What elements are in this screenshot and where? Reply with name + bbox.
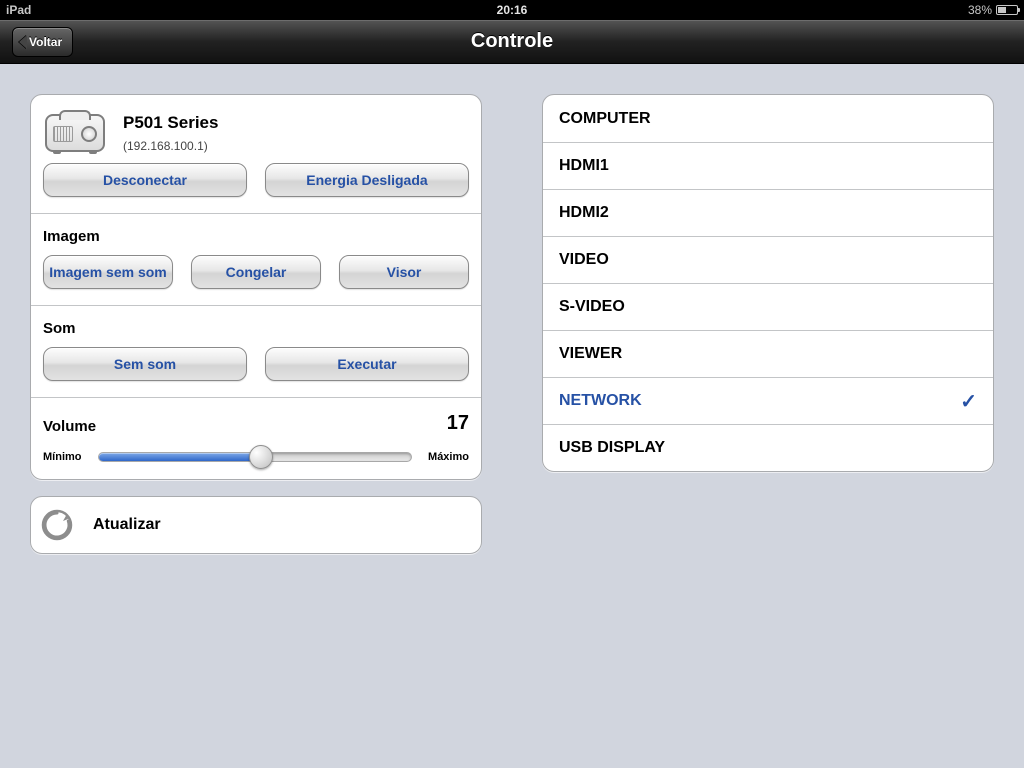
device-name: P501 Series <box>123 113 218 133</box>
viewer-button[interactable]: Visor <box>339 255 469 289</box>
source-item-label: USB DISPLAY <box>559 439 665 457</box>
volume-min-label: Mínimo <box>43 451 82 463</box>
power-off-button[interactable]: Energia Desligada <box>265 163 469 197</box>
section-title-sound: Som <box>43 320 469 337</box>
volume-value: 17 <box>447 412 469 435</box>
volume-slider-thumb[interactable] <box>249 445 273 469</box>
status-time: 20:16 <box>0 3 1024 17</box>
volume-section: Volume 17 Mínimo Máximo <box>31 397 481 479</box>
page-title: Controle <box>0 30 1024 53</box>
check-icon: ✓ <box>960 389 977 414</box>
disconnect-button[interactable]: Desconectar <box>43 163 247 197</box>
source-item-label: NETWORK <box>559 392 642 410</box>
source-item-label: VIEWER <box>559 345 622 363</box>
battery-icon <box>996 5 1018 15</box>
control-panel: P501 Series (192.168.100.1) Desconectar … <box>30 94 482 480</box>
source-item[interactable]: HDMI1✓ <box>543 142 993 189</box>
source-item-label: COMPUTER <box>559 110 651 128</box>
status-bar: iPad 20:16 38% <box>0 0 1024 20</box>
source-item-label: VIDEO <box>559 251 609 269</box>
volume-slider[interactable] <box>98 452 413 462</box>
section-title-image: Imagem <box>43 228 469 245</box>
sound-mute-button[interactable]: Sem som <box>43 347 247 381</box>
source-item[interactable]: VIDEO✓ <box>543 236 993 283</box>
device-ip: (192.168.100.1) <box>123 139 218 153</box>
source-item-label: HDMI2 <box>559 204 609 222</box>
refresh-icon <box>41 509 73 541</box>
play-button[interactable]: Executar <box>265 347 469 381</box>
navbar: Voltar Controle <box>0 20 1024 64</box>
source-item-label: HDMI1 <box>559 157 609 175</box>
image-mute-button[interactable]: Imagem sem som <box>43 255 173 289</box>
source-item[interactable]: HDMI2✓ <box>543 189 993 236</box>
freeze-button[interactable]: Congelar <box>191 255 321 289</box>
volume-max-label: Máximo <box>428 451 469 463</box>
volume-title: Volume <box>43 418 96 435</box>
projector-icon <box>45 114 105 152</box>
refresh-panel[interactable]: Atualizar <box>30 496 482 554</box>
source-item[interactable]: VIEWER✓ <box>543 330 993 377</box>
source-item[interactable]: S-VIDEO✓ <box>543 283 993 330</box>
source-item[interactable]: NETWORK ✓ <box>543 377 993 424</box>
source-list: COMPUTER✓HDMI1✓HDMI2✓VIDEO✓S-VIDEO✓VIEWE… <box>542 94 994 472</box>
refresh-label: Atualizar <box>93 516 161 534</box>
source-item[interactable]: COMPUTER✓ <box>543 95 993 142</box>
source-item-label: S-VIDEO <box>559 298 625 316</box>
source-item[interactable]: USB DISPLAY✓ <box>543 424 993 471</box>
